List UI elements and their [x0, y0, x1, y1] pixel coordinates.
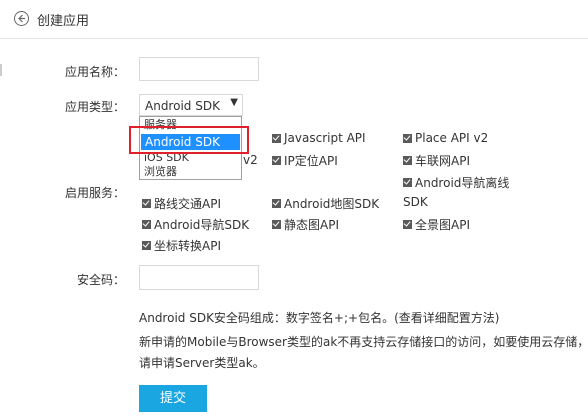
service-route-traffic-api[interactable]: 路线交通API: [142, 195, 221, 212]
checkbox-checked-icon[interactable]: [272, 133, 281, 143]
chevron-down-icon: ▼: [230, 97, 238, 108]
submit-button[interactable]: 提交: [139, 385, 207, 412]
service-android-map-sdk[interactable]: Android地图SDK: [272, 195, 379, 212]
service-javascript-api[interactable]: Javascript API: [272, 131, 366, 145]
back-arrow-icon[interactable]: [14, 11, 29, 26]
checkbox-checked-icon[interactable]: [403, 220, 412, 229]
option-browser[interactable]: 浏览器: [144, 165, 177, 179]
checkbox-checked-icon[interactable]: [272, 199, 281, 208]
page-header: 创建应用: [0, 0, 588, 39]
app-name-label: 应用名称：: [64, 65, 125, 79]
highlight-annotation: [129, 126, 249, 154]
service-android-nav-offline[interactable]: Android导航离线: [403, 174, 509, 191]
service-place-api[interactable]: Place API v2: [403, 131, 488, 145]
checkbox-checked-icon[interactable]: [403, 133, 412, 143]
app-name-input[interactable]: [139, 57, 259, 81]
checkbox-checked-icon[interactable]: [272, 156, 281, 165]
service-static-map-api[interactable]: 静态图API: [272, 216, 339, 233]
service-sdk-fragment: SDK: [403, 195, 428, 209]
checkbox-checked-icon[interactable]: [272, 220, 281, 229]
checkbox-checked-icon[interactable]: [142, 220, 151, 229]
security-code-label: 安全码：: [76, 273, 125, 287]
storage-notice-line1: 新申请的Mobile与Browser类型的ak不再支持云存储接口的访问，如要使用…: [139, 335, 588, 349]
security-code-input[interactable]: [139, 265, 259, 290]
checkbox-checked-icon[interactable]: [142, 241, 151, 250]
security-code-hint: Android SDK安全码组成：数字签名+;+包名。(查看详细配置方法): [139, 311, 500, 325]
storage-notice-line2: 请申请Server类型ak。: [139, 356, 265, 370]
service-label: 启用服务：: [64, 186, 125, 200]
checkbox-checked-icon[interactable]: [142, 199, 151, 208]
app-type-value: Android SDK: [145, 99, 220, 113]
checkbox-checked-icon[interactable]: [403, 178, 412, 187]
page-title: 创建应用: [37, 14, 90, 29]
service-v2-fragment: v2: [243, 153, 258, 167]
service-android-nav-sdk[interactable]: Android导航SDK: [142, 216, 249, 233]
app-type-select[interactable]: Android SDK ▼: [139, 94, 243, 116]
checkbox-checked-icon[interactable]: [403, 156, 412, 165]
app-type-label: 应用类型：: [64, 100, 125, 114]
side-marker: [0, 64, 2, 76]
service-panorama-api[interactable]: 全景图API: [403, 216, 470, 233]
service-ip-location-api[interactable]: IP定位API: [272, 152, 338, 169]
service-car-network-api[interactable]: 车联网API: [403, 152, 470, 169]
service-coord-convert-api[interactable]: 坐标转换API: [142, 237, 221, 254]
